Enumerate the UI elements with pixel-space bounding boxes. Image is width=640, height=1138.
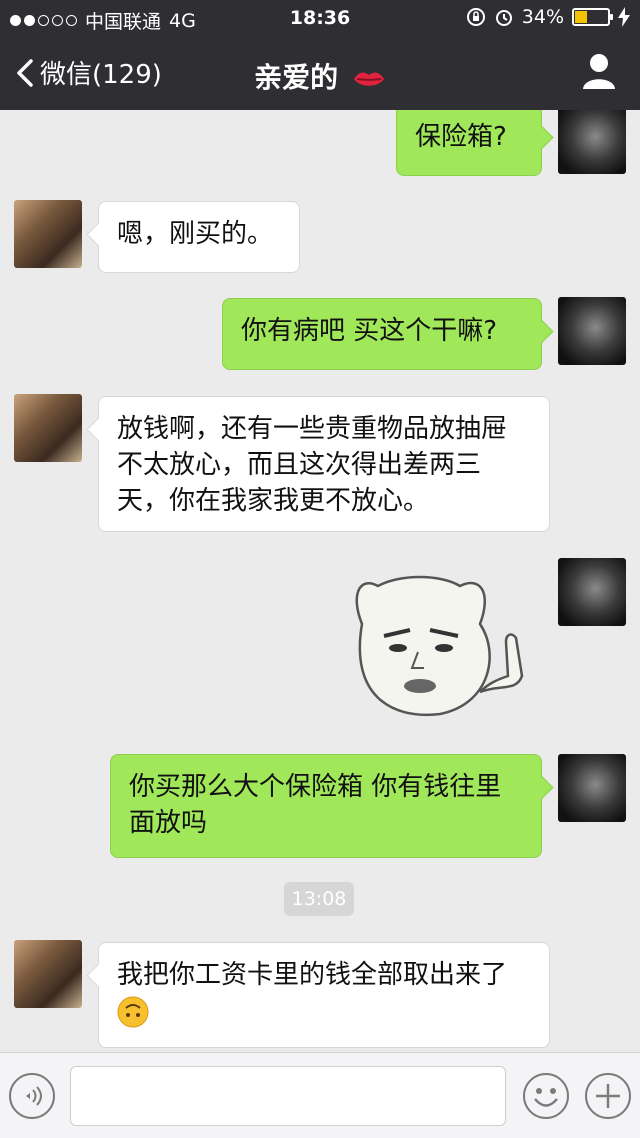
message-input[interactable] [70,1066,506,1126]
lips-icon [353,72,384,86]
message-text: 我把你工资卡里的钱全部取出来了 [117,960,508,990]
avatar-contact[interactable] [14,940,82,1008]
chat-title: 亲爱的 [0,56,640,96]
message-timestamp: 13:08 [284,882,354,916]
rotation-lock-icon [466,8,485,26]
message-bubble-outgoing[interactable]: 你买那么大个保险箱 你有钱往里面放吗 [110,754,542,858]
message-bubble-incoming[interactable]: 嗯，刚买的。 [98,201,300,273]
charging-icon [618,7,630,27]
message-bubble-outgoing[interactable]: 你有病吧 买这个干嘛? [222,298,542,370]
person-icon[interactable] [582,52,616,90]
chat-title-text: 亲爱的 [254,61,339,94]
message-bubble-incoming[interactable]: 放钱啊，还有一些贵重物品放抽屉不太放心，而且这次得出差两三天，你在我家我更不放心… [98,396,550,532]
status-bar: 中国联通 4G 18:36 34% [0,0,640,36]
avatar-me[interactable] [558,110,626,174]
top-bar: 中国联通 4G 18:36 34% 微信(129) 亲爱的 [0,0,640,110]
battery-icon [572,8,613,26]
avatar-contact[interactable] [14,394,82,462]
upside-down-face-icon [117,996,149,1027]
chat-area[interactable]: 保险箱? 嗯，刚买的。 你有病吧 买这个干嘛? 放钱啊，还有一些贵重物品放抽屉不… [0,110,640,1052]
battery-percent: 34% [521,6,564,28]
avatar-contact[interactable] [14,200,82,268]
input-bar [0,1052,640,1138]
avatar-me[interactable] [558,754,626,822]
nav-bar: 微信(129) 亲爱的 [0,36,640,110]
avatar-me[interactable] [558,297,626,365]
message-bubble-incoming[interactable]: 我把你工资卡里的钱全部取出来了 [98,942,550,1048]
message-bubble-outgoing[interactable]: 保险箱? [396,110,542,176]
emoji-icon[interactable] [522,1072,570,1120]
plus-icon[interactable] [584,1072,632,1120]
avatar-me[interactable] [558,558,626,626]
sticker-image[interactable] [340,564,540,744]
alarm-icon [495,10,512,26]
voice-icon[interactable] [8,1072,56,1120]
